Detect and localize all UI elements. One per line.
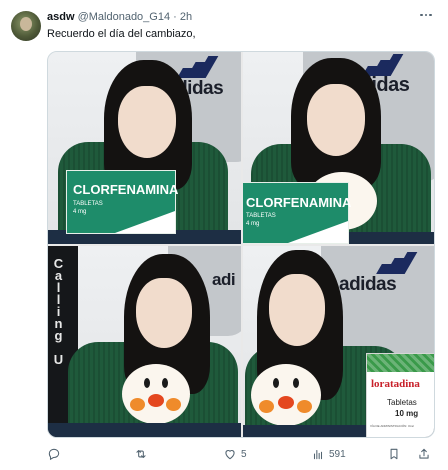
tweet-text: Recuerdo el día del cambiazo, [47,28,196,40]
media-grid[interactable]: adidas CLORFENAMINA TABLETAS 4 mg adidas [47,51,435,438]
separator: · [173,11,177,23]
media-photo-4[interactable]: adidas loratadina Tabletas 10 mg VÍA DE … [243,246,434,437]
media-photo-1[interactable]: adidas CLORFENAMINA TABLETAS 4 mg [48,52,241,244]
adidas-logo-icon [176,56,219,78]
box-sub: Tabletas [387,398,417,407]
table [48,423,241,437]
reply-icon [48,448,60,461]
box-fine-print: VÍA DE ADMINISTRACIÓN: Oral [370,424,414,428]
box-pattern [367,354,434,372]
box-title: CLORFENAMINA [246,195,352,210]
side-text: Calling U [51,256,66,364]
bookmark-button[interactable] [387,446,401,462]
avatar-face [20,17,32,31]
hoodie-brand-text: adi [212,270,236,289]
plush-toy [122,364,190,424]
more-options-icon[interactable] [418,8,434,22]
media-photo-2[interactable]: adidas CLORFENAMINA TABLETAS 4 mg [243,52,434,244]
handle[interactable]: @Maldonado_G14 [78,11,171,23]
plush-toy [251,364,321,426]
box-sub: TABLETAS [246,213,276,219]
box-sub: TABLETAS [73,201,103,207]
display-name[interactable]: asdw [47,11,75,23]
action-bar: 5 591 [47,446,435,462]
face [269,274,325,346]
box-title: CLORFENAMINA [73,182,179,197]
box-dose: 10 mg [395,409,419,418]
tweet: asdw @Maldonado_G14 · 2h Recuerdo el día… [0,0,448,470]
like-count: 5 [241,448,247,460]
face [136,278,192,348]
reply-button[interactable] [47,446,65,462]
hoodie-brand-text: adidas [339,274,397,295]
views-button[interactable]: 591 [311,446,346,462]
loratadina-box: loratadina Tabletas 10 mg VÍA DE ADMINIS… [366,353,434,437]
retweet-button[interactable] [134,446,152,462]
clorfenamina-box: CLORFENAMINA TABLETAS 4 mg [243,182,352,244]
retweet-icon [136,449,146,459]
bookmark-icon [390,448,398,460]
box-stripe [288,221,348,243]
adidas-logo-icon [375,252,418,274]
box-stripe [115,211,175,233]
share-icon [419,448,429,459]
views-count: 591 [329,448,346,460]
like-button[interactable]: 5 [223,446,247,462]
clorfenamina-box: CLORFENAMINA TABLETAS 4 mg [66,170,179,234]
face [307,84,365,156]
box-dose: 4 mg [73,209,87,215]
box-dose: 4 mg [246,221,260,227]
box-title: loratadina [371,378,420,390]
media-photo-3[interactable]: Calling U adi [48,246,241,437]
avatar[interactable] [11,11,41,41]
views-chart-icon [313,449,323,460]
heart-icon [225,450,235,460]
timestamp[interactable]: 2h [180,11,192,23]
share-button[interactable] [417,446,431,462]
face [118,86,176,158]
tweet-header: asdw @Maldonado_G14 · 2h [47,10,192,24]
